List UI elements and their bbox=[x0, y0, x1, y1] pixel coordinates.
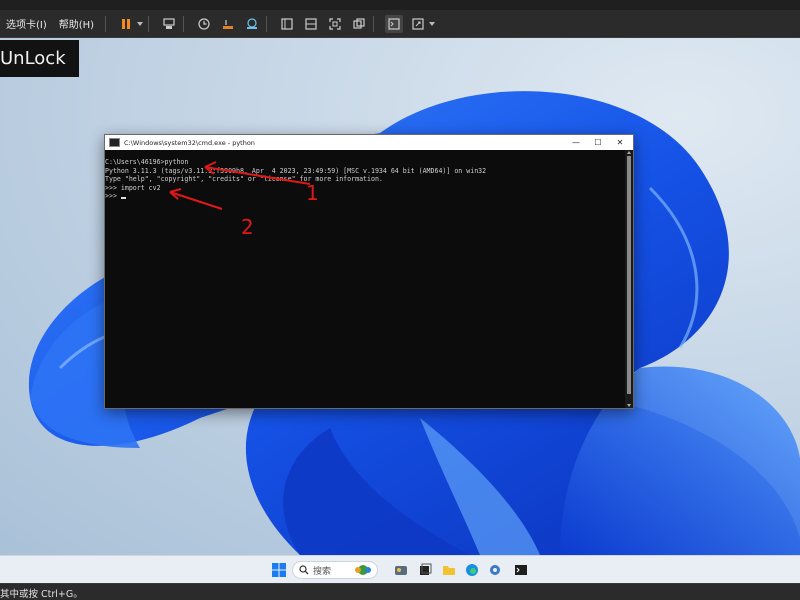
search-highlight-icon bbox=[352, 564, 374, 576]
widgets-icon[interactable] bbox=[392, 561, 410, 579]
pause-dropdown-caret[interactable] bbox=[137, 21, 144, 26]
status-hint: 其中或按 Ctrl+G。 bbox=[0, 589, 83, 600]
taskbar: 搜索 bbox=[0, 555, 800, 584]
search-placeholder: 搜索 bbox=[313, 566, 332, 577]
scroll-thumb[interactable] bbox=[627, 156, 631, 394]
stretch-dropdown-caret[interactable] bbox=[429, 21, 436, 26]
terminal-line-import: >>> import cv2 bbox=[105, 183, 161, 192]
revert-icon[interactable] bbox=[219, 15, 237, 33]
menu-help[interactable]: 帮助(H) bbox=[53, 16, 100, 31]
host-status-bar: 其中或按 Ctrl+G。 bbox=[0, 583, 800, 600]
guest-desktop: UnLock C:\Windows\system32\cmd.exe - pyt… bbox=[0, 38, 800, 555]
terminal-line-prompt-current: >>> bbox=[105, 192, 121, 201]
toolbar-divider bbox=[183, 15, 185, 32]
terminal-icon[interactable] bbox=[385, 14, 404, 33]
terminal-line-prompt: C:\Users\46196>python bbox=[105, 158, 189, 166]
menu-tabs[interactable]: 选项卡(I) bbox=[0, 16, 53, 31]
annotation-number-2: 2 bbox=[241, 215, 254, 239]
edge-icon[interactable] bbox=[463, 561, 481, 579]
settings-icon[interactable] bbox=[486, 561, 504, 579]
toolbar-divider bbox=[266, 15, 268, 32]
search-icon bbox=[299, 565, 309, 575]
fullscreen-icon[interactable] bbox=[326, 15, 344, 33]
host-toolbar: 选项卡(I) 帮助(H) bbox=[0, 0, 800, 38]
text-cursor bbox=[120, 197, 126, 200]
unlock-overlay-label: UnLock bbox=[0, 40, 79, 77]
terminal-icon[interactable] bbox=[512, 561, 530, 579]
scroll-down-icon[interactable] bbox=[627, 404, 631, 407]
task-view-icon[interactable] bbox=[416, 561, 434, 579]
cmd-window[interactable]: C:\Windows\system32\cmd.exe - python — ☐… bbox=[104, 134, 634, 409]
stretch-icon[interactable] bbox=[409, 15, 427, 33]
toolbar-divider bbox=[148, 15, 150, 32]
minimize-button[interactable]: — bbox=[565, 135, 587, 150]
snapshot-icon[interactable] bbox=[195, 15, 213, 33]
toolbar-divider bbox=[105, 15, 107, 32]
cmd-window-title: C:\Windows\system32\cmd.exe - python bbox=[124, 138, 255, 147]
cmd-window-icon bbox=[109, 138, 120, 147]
host-title-strip bbox=[0, 0, 800, 10]
cmd-title-bar[interactable]: C:\Windows\system32\cmd.exe - python — ☐… bbox=[105, 135, 633, 150]
windows-start-icon[interactable] bbox=[270, 561, 288, 579]
cmd-scrollbar[interactable] bbox=[625, 150, 633, 408]
annotation-number-1: 1 bbox=[306, 181, 319, 205]
split-view-icon[interactable] bbox=[302, 15, 320, 33]
file-explorer-icon[interactable] bbox=[440, 561, 458, 579]
manage-snapshots-icon[interactable] bbox=[243, 15, 261, 33]
taskbar-search-box[interactable]: 搜索 bbox=[292, 561, 378, 579]
terminal-output[interactable]: C:\Users\46196>python Python 3.11.3 (tags… bbox=[105, 150, 625, 408]
scroll-up-icon[interactable] bbox=[627, 151, 631, 154]
terminal-line-version: Python 3.11.3 (tags/v3.11.3:f3909b8, Apr… bbox=[105, 166, 487, 175]
maximize-button[interactable]: ☐ bbox=[587, 135, 609, 150]
console-view-icon[interactable] bbox=[278, 15, 296, 33]
send-keys-icon[interactable] bbox=[160, 15, 178, 33]
unity-icon[interactable] bbox=[350, 15, 368, 33]
close-button[interactable]: ✕ bbox=[609, 135, 631, 150]
toolbar-divider bbox=[373, 15, 375, 32]
pause-icon[interactable] bbox=[117, 15, 135, 33]
terminal-line-help: Type "help", "copyright", "credits" or "… bbox=[105, 175, 383, 184]
